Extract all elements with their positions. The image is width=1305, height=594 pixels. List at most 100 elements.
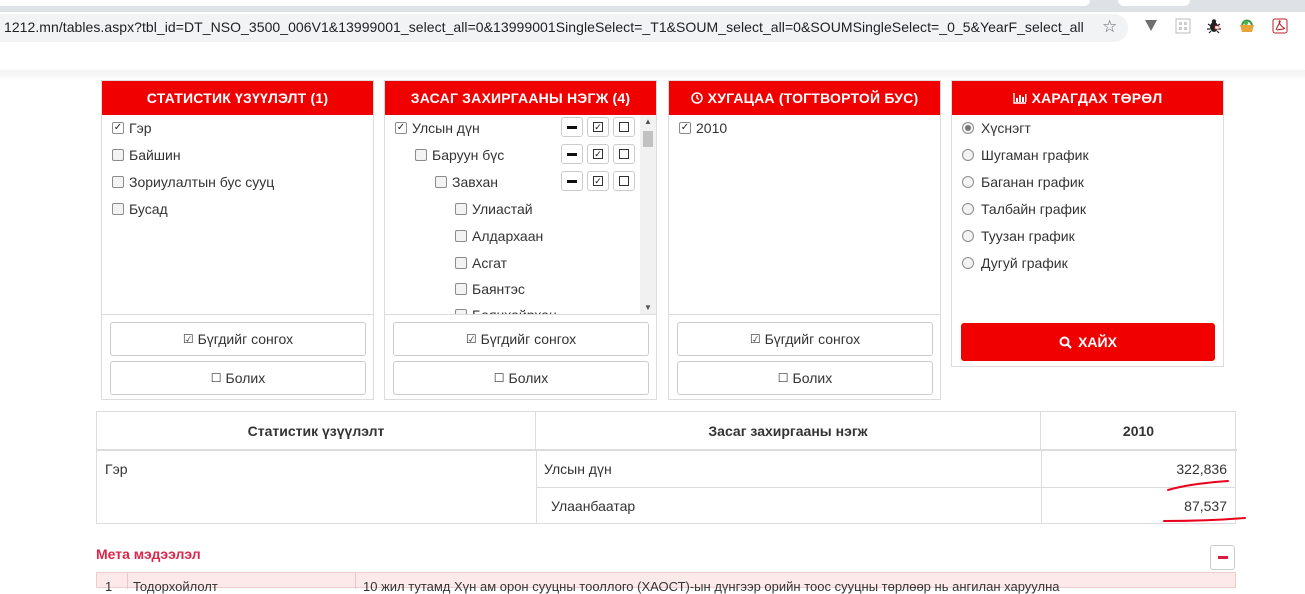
checkbox-icon[interactable] [112,176,124,188]
chart-type-label: Талбайн график [981,201,1086,217]
tree-item-label: Алдархаан [472,228,544,244]
pdf-extension-icon[interactable] [1270,16,1290,36]
radio-icon[interactable] [962,149,974,161]
select-all-button[interactable]: ☑ Бүгдийг сонгох [110,322,366,356]
select-all-label: Бүгдийг сонгох [480,331,577,347]
minus-icon [567,125,577,129]
tree-item[interactable]: ✓ Улсын дүн [395,118,480,138]
chart-type-option[interactable]: Дугуй график [962,253,1068,273]
period-panel: ХУГАЦАА (ТОГТВОРТОЙ БУС) ✓ 2010 ☑ Бүгдий… [668,80,941,400]
checkbox-empty-icon: ☐ [493,371,505,385]
checkbox-empty-icon: ☐ [777,371,789,385]
checkbox-empty-icon [619,176,629,186]
radio-icon[interactable] [962,203,974,215]
select-all-button[interactable]: ☑ Бүгдийг сонгох [393,322,649,356]
url-text[interactable]: 1212.mn/tables.aspx?tbl_id=DT_NSO_3500_0… [4,19,1084,35]
column-header-indicator: Статистик үзүүлэлт [97,412,536,450]
chart-type-panel-header: ХАРАГДАХ ТӨРӨЛ [952,81,1223,115]
select-children-button[interactable]: ✓ [587,171,609,191]
basket-extension-icon[interactable] [1237,16,1257,36]
chart-type-panel: ХАРАГДАХ ТӨРӨЛ Хүснэгт Шугаман график Ба… [951,80,1224,367]
tree-item[interactable]: Баянхайрхан [455,305,557,314]
checkbox-checked-icon[interactable]: ✓ [679,122,691,134]
column-header-year: 2010 [1122,423,1155,439]
scroll-up-icon[interactable]: ▲ [644,117,652,126]
chart-type-label: Шугаман график [981,147,1089,163]
checkbox-checked-icon: ☑ [182,332,194,346]
checkbox-icon[interactable] [415,149,427,161]
checkbox-icon[interactable] [112,203,124,215]
indicator-item[interactable]: Зориулалтын бус сууц [112,172,274,192]
indicator-item[interactable]: Байшин [112,145,181,165]
tree-item[interactable]: Асгат [455,253,507,273]
deselect-children-button[interactable] [561,171,583,191]
chart-type-option[interactable]: Туузан график [962,226,1075,246]
clear-children-button[interactable] [613,171,635,191]
checkbox-icon[interactable] [455,309,467,314]
admin-unit-cell: Улсын дүн [544,461,612,477]
tab-edge [1118,0,1190,6]
checkbox-icon[interactable] [455,203,467,215]
tree-item-label: Завхан [452,174,499,190]
tree-item[interactable]: Баянтэс [455,279,525,299]
bug-extension-icon[interactable] [1204,16,1224,36]
scroll-down-icon[interactable]: ▼ [644,303,652,312]
radio-icon[interactable] [962,257,974,269]
tree-item-label: Баянтэс [472,281,525,297]
checkbox-checked-icon[interactable]: ✓ [112,122,124,134]
tree-item[interactable]: Завхан [435,172,498,192]
indicator-item-label: Байшин [129,147,181,163]
checkbox-icon[interactable] [112,149,124,161]
filter-extension-icon[interactable] [1141,16,1161,36]
indicator-item[interactable]: Бусад [112,199,168,219]
select-all-button[interactable]: ☑ Бүгдийг сонгох [677,322,933,356]
indicator-cell: Гэр [105,461,128,477]
radio-icon[interactable] [962,230,974,242]
tab-strip [0,0,1305,12]
radio-icon[interactable] [962,176,974,188]
chart-type-option[interactable]: Шугаман график [962,145,1089,165]
chart-type-option[interactable]: Баганан график [962,172,1084,192]
address-bar[interactable]: 1212.mn/tables.aspx?tbl_id=DT_NSO_3500_0… [0,14,1128,42]
chart-type-option[interactable]: Хүснэгт [962,118,1031,138]
indicator-panel-header: СТАТИСТИК ҮЗҮҮЛЭЛТ (1) [102,81,373,115]
checkbox-icon[interactable] [435,176,447,188]
radio-selected-icon[interactable] [962,122,974,134]
tree-item-label: Баруун бүс [432,147,505,163]
checkbox-checked-icon: ✓ [593,176,603,186]
search-button[interactable]: ХАЙХ [961,323,1215,361]
cancel-button[interactable]: ☐ Болих [677,361,933,395]
tree-item[interactable]: Баруун бүс [415,145,504,165]
select-all-label: Бүгдийг сонгох [197,331,294,347]
checkbox-icon[interactable] [455,257,467,269]
checkbox-icon[interactable] [455,283,467,295]
select-all-label: Бүгдийг сонгох [764,331,861,347]
bookmark-star-icon[interactable]: ☆ [1102,17,1117,37]
clear-children-button[interactable] [613,117,635,137]
grid-extension-icon[interactable] [1173,16,1193,36]
clear-children-button[interactable] [613,144,635,164]
tree-item[interactable]: Улиастай [455,199,533,219]
page-header-shadow [0,70,1305,78]
cancel-label: Болих [508,370,549,386]
deselect-children-button[interactable] [561,117,583,137]
scrollbar-thumb[interactable] [643,131,653,147]
chart-type-option[interactable]: Талбайн график [962,199,1086,219]
indicator-item[interactable]: ✓ Гэр [112,118,152,138]
select-children-button[interactable]: ✓ [587,117,609,137]
indicator-item-label: Зориулалтын бус сууц [129,174,275,190]
checkbox-checked-icon[interactable]: ✓ [395,122,407,134]
tree-scrollbar[interactable]: ▲ ▼ [640,115,656,314]
tree-item[interactable]: Алдархаан [455,226,543,246]
cancel-button[interactable]: ☐ Болих [110,361,366,395]
select-children-button[interactable]: ✓ [587,144,609,164]
checkbox-checked-icon: ☑ [749,332,761,346]
meta-row-number: 1 [105,579,113,594]
cancel-button[interactable]: ☐ Болих [393,361,649,395]
period-item[interactable]: ✓ 2010 [679,118,727,138]
deselect-children-button[interactable] [561,144,583,164]
checkbox-icon[interactable] [455,230,467,242]
indicator-list: ✓ Гэр Байшин Зориулалтын бус сууц Бусад [102,115,373,315]
minus-icon [1217,556,1228,559]
collapse-meta-button[interactable] [1210,545,1235,570]
